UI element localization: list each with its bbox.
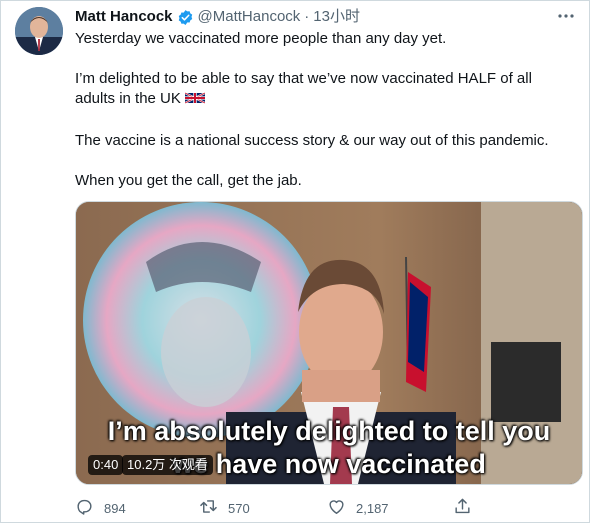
- like-icon: [327, 497, 346, 519]
- tweet-card[interactable]: Matt Hancock @MattHancock · 13小时 Yesterd…: [0, 0, 590, 523]
- reply-icon: [75, 497, 94, 519]
- separator-dot: ·: [304, 8, 310, 25]
- verified-badge-icon: [177, 9, 194, 26]
- retweet-icon: [199, 497, 218, 519]
- tweet-paragraph-text: I’m delighted to be able to say that we’…: [75, 70, 532, 107]
- tweet-actions: 894 570 2,187: [75, 497, 493, 519]
- retweet-button[interactable]: 570: [199, 497, 327, 519]
- tweet-paragraph: When you get the call, get the jab.: [75, 172, 302, 189]
- author-handle[interactable]: @MattHancock: [198, 7, 301, 27]
- share-icon: [453, 497, 472, 519]
- video-duration-badge: 0:40: [88, 455, 124, 475]
- video-player[interactable]: I’m absolutely delighted to tell you we …: [75, 201, 583, 485]
- video-subtitle-line: I’m absolutely delighted to tell you: [107, 416, 551, 446]
- like-button[interactable]: 2,187: [327, 497, 453, 519]
- more-options-icon[interactable]: [557, 7, 575, 25]
- reply-count: 894: [104, 500, 126, 516]
- tweet-paragraph: The vaccine is a national success story …: [75, 132, 549, 149]
- tweet-timestamp[interactable]: 13小时: [313, 7, 360, 27]
- reply-button[interactable]: 894: [75, 497, 199, 519]
- tweet-paragraph: I’m delighted to be able to say that we’…: [75, 69, 575, 111]
- tweet-text: Yesterday we vaccinated more people than…: [75, 29, 575, 191]
- author-name[interactable]: Matt Hancock: [75, 7, 173, 27]
- tweet-paragraph: Yesterday we vaccinated more people than…: [75, 30, 447, 47]
- retweet-count: 570: [228, 500, 250, 516]
- uk-flag-icon: [184, 91, 206, 111]
- video-views-badge: 10.2万 次观看: [122, 455, 213, 475]
- like-count: 2,187: [356, 500, 389, 516]
- tweet-header: Matt Hancock @MattHancock · 13小时: [75, 7, 360, 27]
- avatar[interactable]: [15, 7, 63, 55]
- share-button[interactable]: [453, 497, 493, 519]
